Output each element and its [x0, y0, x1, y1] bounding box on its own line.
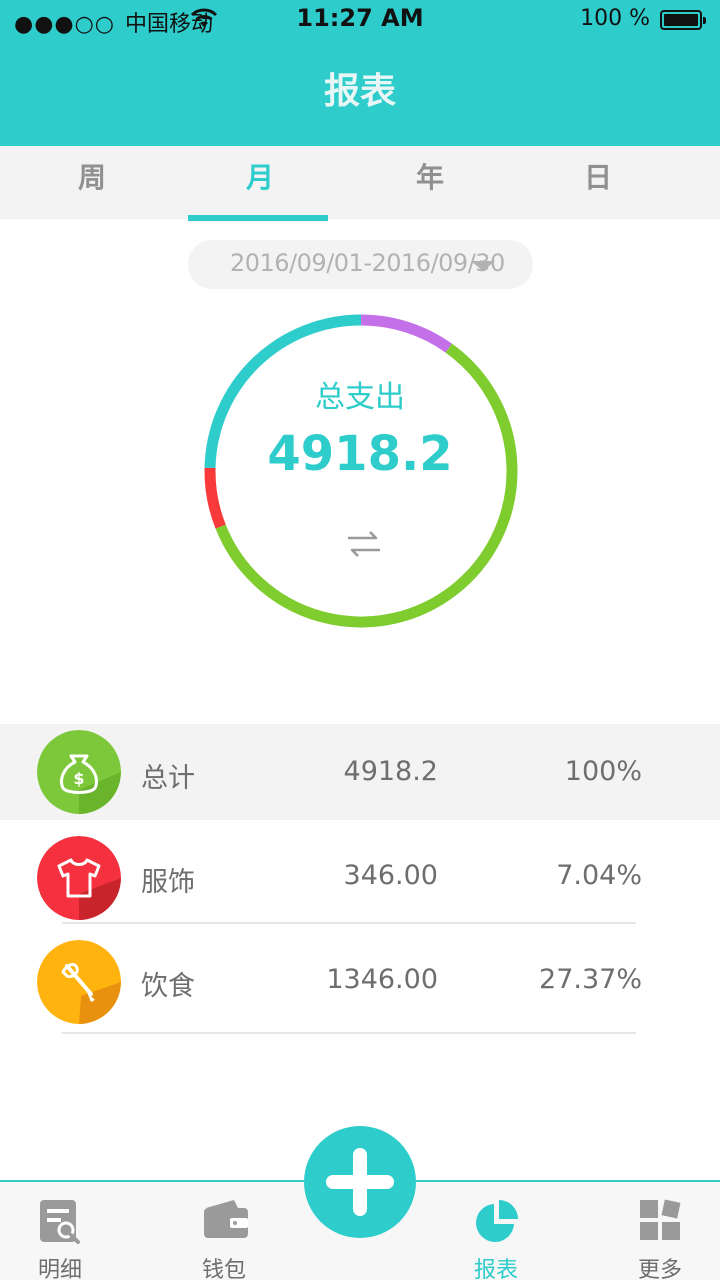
- category-amount: 4918.2: [343, 756, 438, 787]
- category-percent: 7.04%: [556, 860, 642, 891]
- category-row[interactable]: 饮食 1346.00 27.37%: [0, 924, 720, 1028]
- category-name: 服饰: [141, 867, 195, 898]
- header: ●●●○○ 中国移动 11:27 AM 100 % 报表: [0, 0, 720, 146]
- pie-chart-icon: [476, 1200, 518, 1242]
- tab-day[interactable]: 日: [538, 146, 658, 219]
- category-name: 总计: [141, 763, 195, 794]
- status-bar: ●●●○○ 中国移动 11:27 AM 100 %: [0, 0, 720, 40]
- switch-arrows-icon[interactable]: [344, 530, 384, 558]
- food-icon: [37, 940, 121, 1024]
- summary-value: 4918.2: [267, 426, 453, 482]
- tshirt-icon: [37, 836, 121, 920]
- nav-label: 更多: [637, 1258, 682, 1280]
- details-icon: [40, 1200, 80, 1244]
- page-title: 报表: [323, 71, 396, 112]
- nav-label: 报表: [473, 1258, 518, 1280]
- tab-year[interactable]: 年: [370, 146, 490, 219]
- divider: [62, 1032, 636, 1034]
- category-percent: 100%: [564, 756, 642, 787]
- date-range-selector[interactable]: 2016/09/01-2016/09/30: [188, 240, 533, 289]
- wallet-icon: [204, 1200, 248, 1238]
- period-tabs: 周 月 年 日: [0, 146, 720, 219]
- more-grid-icon: [640, 1199, 681, 1240]
- date-range-text: 2016/09/01-2016/09/30: [230, 249, 505, 277]
- nav-label: 明细: [37, 1258, 82, 1280]
- category-row[interactable]: 服饰 346.00 7.04%: [0, 820, 720, 924]
- battery-percent: 100 %: [580, 6, 650, 31]
- tab-week[interactable]: 周: [32, 146, 152, 219]
- nav-wallet[interactable]: 钱包: [164, 1182, 284, 1280]
- chevron-down-icon: [471, 261, 495, 271]
- svg-text:$: $: [73, 769, 84, 788]
- category-amount: 1346.00: [326, 964, 438, 995]
- category-amount: 346.00: [343, 860, 438, 891]
- battery-icon: [660, 10, 706, 30]
- donut-slice-extra[interactable]: [360, 314, 452, 353]
- nav-more[interactable]: 更多: [600, 1182, 720, 1280]
- tab-month[interactable]: 月: [200, 146, 320, 219]
- nav-reports[interactable]: 报表: [436, 1182, 556, 1280]
- add-record-button[interactable]: [304, 1126, 416, 1238]
- category-row-total[interactable]: $ 总计 4918.2 100%: [0, 724, 720, 820]
- nav-label: 钱包: [201, 1258, 246, 1280]
- category-name: 饮食: [141, 971, 195, 1002]
- nav-details[interactable]: 明细: [0, 1182, 120, 1280]
- active-tab-indicator: [188, 215, 328, 221]
- summary-label: 总支出: [315, 380, 405, 415]
- category-percent: 27.37%: [539, 964, 642, 995]
- money-bag-icon: $: [37, 730, 121, 814]
